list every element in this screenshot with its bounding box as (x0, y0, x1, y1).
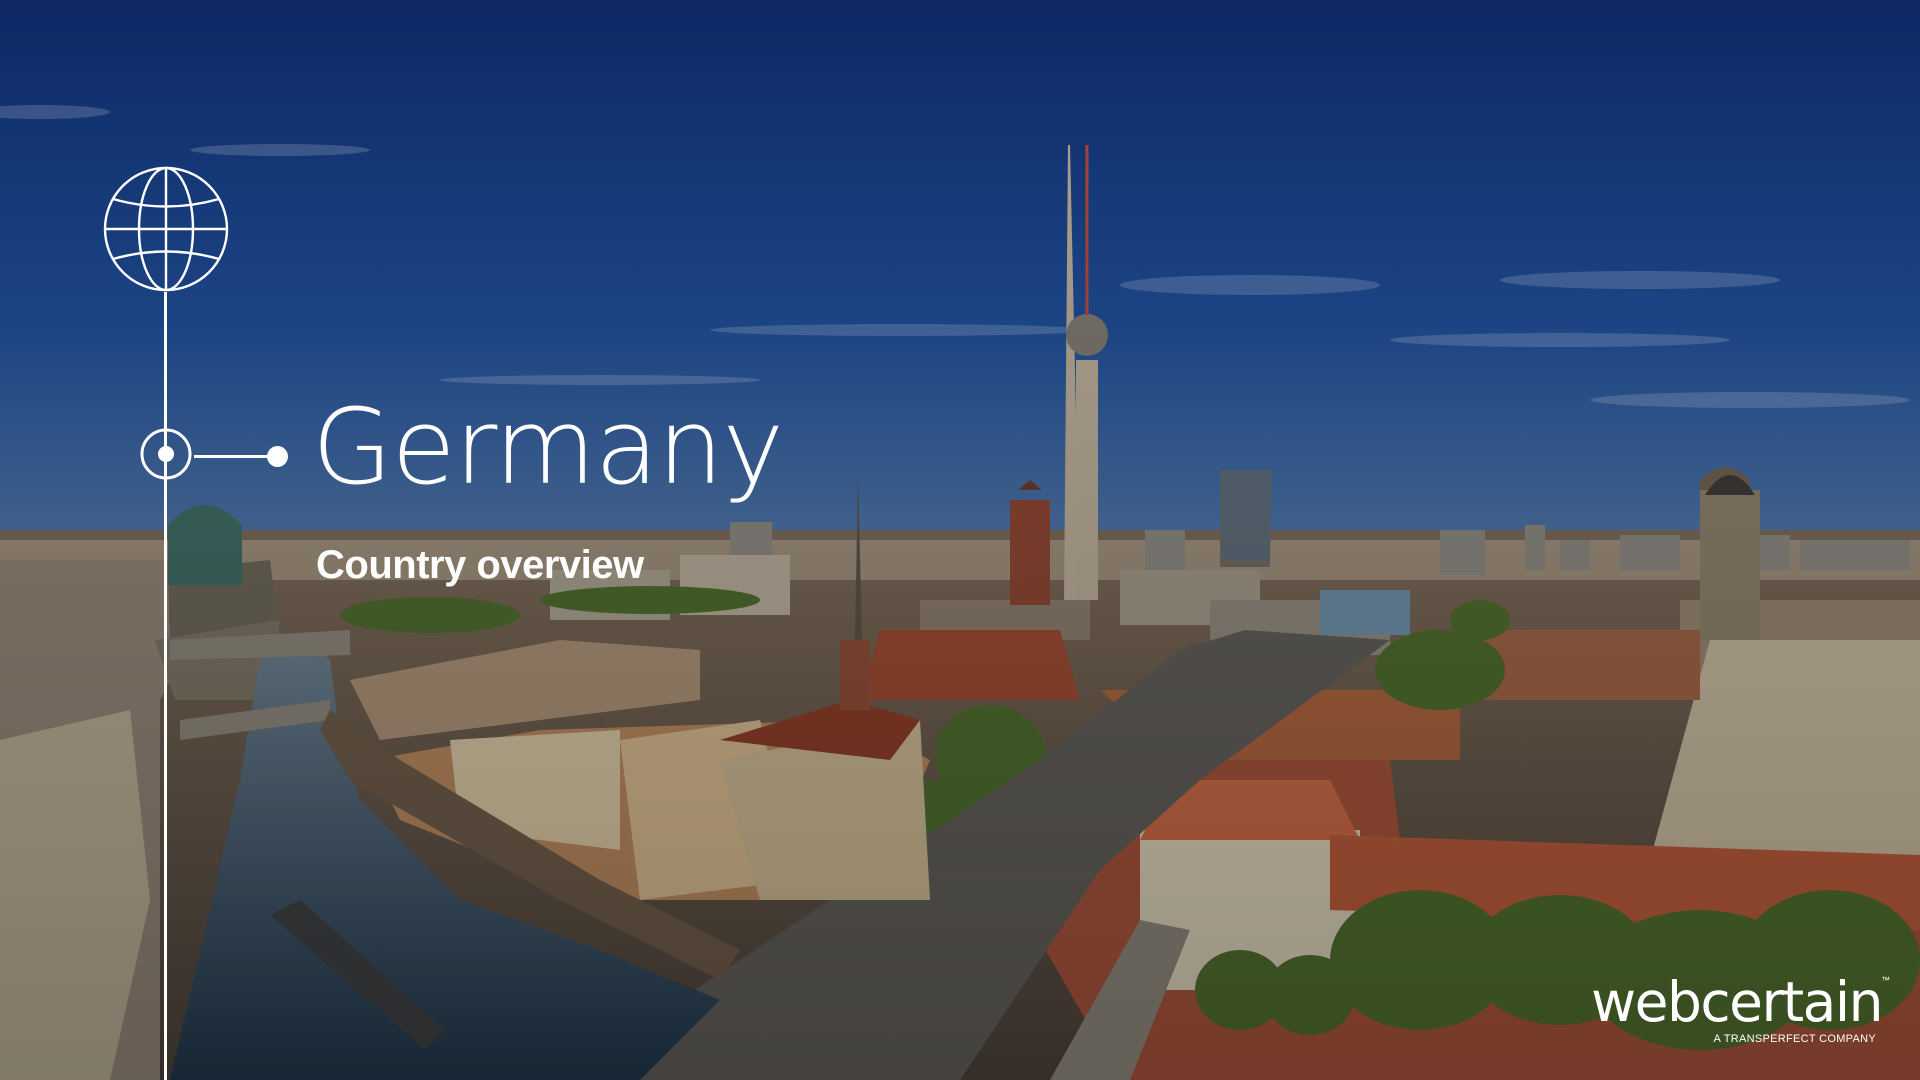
timeline-line (164, 292, 167, 1080)
webcertain-logo: webcertain ™ A TRANSPERFECT COMPANY (1552, 970, 1890, 1055)
globe-icon (103, 166, 229, 292)
slide-title: Germany (312, 386, 784, 508)
slide-subtitle: Country overview (316, 543, 644, 587)
timeline-node-icon (140, 428, 192, 480)
timeline-dot (267, 446, 288, 467)
logo-trademark: ™ (1881, 975, 1890, 985)
logo-wordmark: webcertain (1591, 970, 1883, 1034)
timeline-connector (194, 455, 278, 458)
berlin-skyline-photo (0, 0, 1920, 1080)
logo-tagline: A TRANSPERFECT COMPANY (1713, 1033, 1876, 1045)
